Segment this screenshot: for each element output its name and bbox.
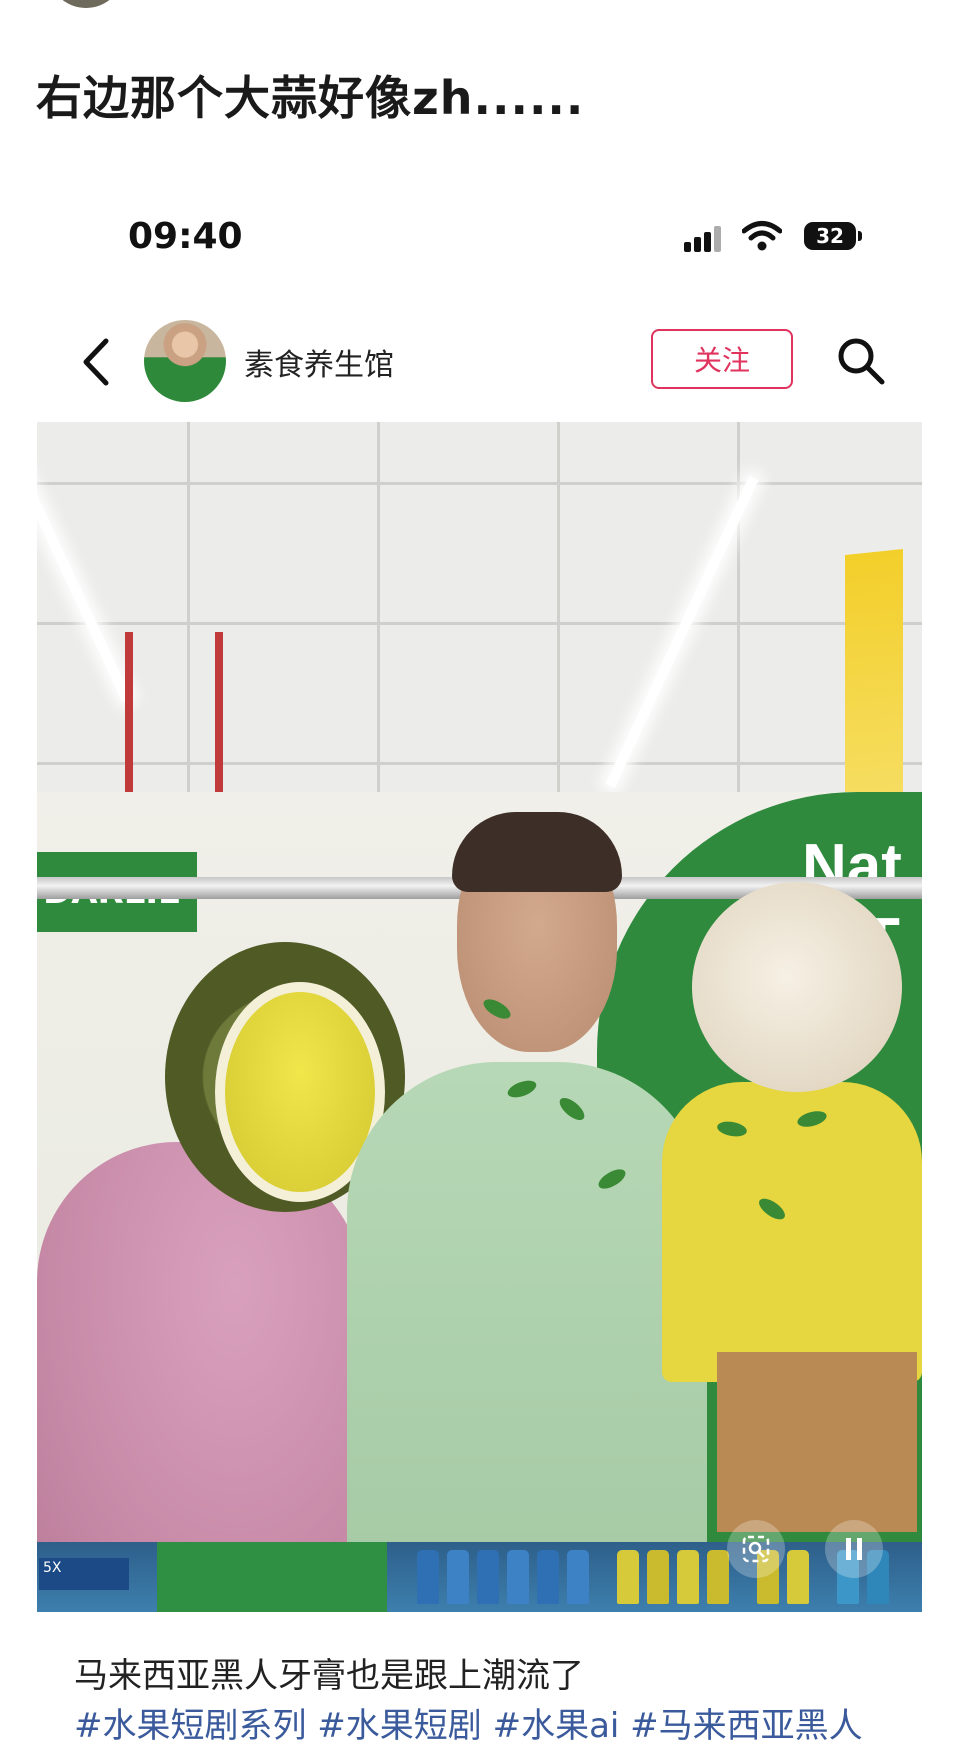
man-figure xyxy=(347,1062,707,1612)
pause-icon xyxy=(846,1538,862,1560)
post-title: 右边那个大蒜好像zh...... xyxy=(36,71,585,125)
account-name[interactable]: 素食养生馆 xyxy=(244,340,394,384)
post-caption: 马来西亚黑人牙膏也是跟上潮流了 xyxy=(74,1656,584,1696)
status-icons: 32 xyxy=(684,220,864,254)
post-photo[interactable]: Nat T DARLIE 5X xyxy=(37,422,922,1612)
ceiling xyxy=(37,422,922,822)
follow-button[interactable]: 关注 xyxy=(651,329,793,389)
garlic-head xyxy=(692,882,902,1092)
garlic-child-body xyxy=(662,1082,922,1382)
poster-avatar[interactable] xyxy=(48,0,124,8)
battery-icon: 32 xyxy=(804,222,862,250)
search-icon[interactable] xyxy=(835,335,887,387)
image-search-icon xyxy=(742,1535,770,1563)
status-time: 09:40 xyxy=(128,216,243,257)
back-chevron-icon[interactable] xyxy=(78,337,114,387)
shelf-tag: 5X xyxy=(39,1558,129,1590)
wifi-icon xyxy=(742,221,782,251)
image-search-button[interactable] xyxy=(727,1520,785,1578)
hashtags[interactable]: #水果短剧系列 #水果短剧 #水果ai #马来西亚黑人 xyxy=(74,1698,934,1747)
promo-banner xyxy=(845,548,903,816)
account-avatar[interactable] xyxy=(144,320,226,402)
signal-icon xyxy=(684,226,730,252)
pause-button[interactable] xyxy=(825,1520,883,1578)
